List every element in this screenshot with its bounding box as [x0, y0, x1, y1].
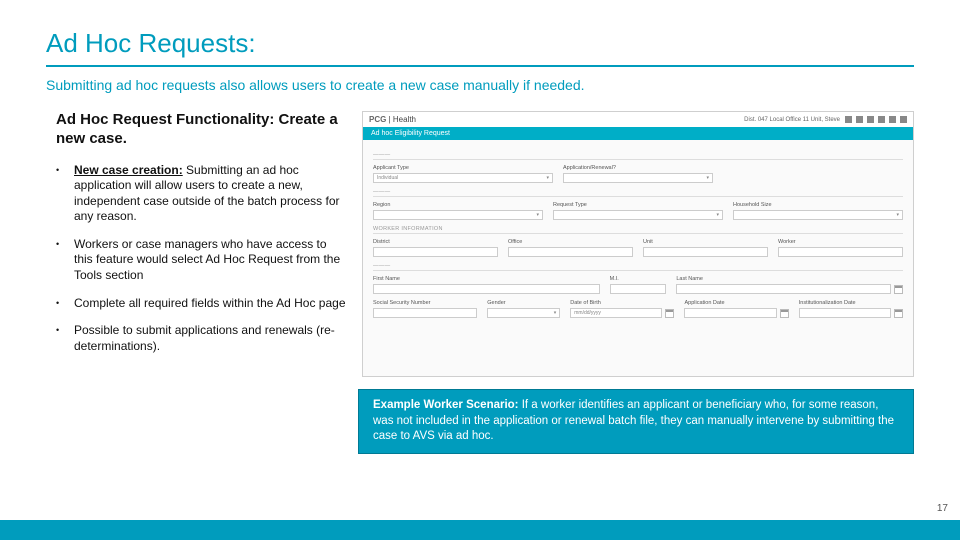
- gender-select[interactable]: [487, 308, 560, 318]
- household-size-select[interactable]: [733, 210, 903, 220]
- nav-icon[interactable]: [878, 116, 885, 123]
- first-name-input[interactable]: [373, 284, 600, 294]
- field-label: Office: [508, 239, 633, 245]
- inst-date-input[interactable]: [799, 308, 891, 318]
- field-label: Application/Renewal?: [563, 165, 713, 171]
- plus-icon[interactable]: [894, 285, 903, 294]
- nav-icon[interactable]: [889, 116, 896, 123]
- field-label: Gender: [487, 300, 560, 306]
- field-label: Request Type: [553, 202, 723, 208]
- page-number: 17: [937, 503, 948, 514]
- worker-input[interactable]: [778, 247, 903, 257]
- district-input[interactable]: [373, 247, 498, 257]
- field-label: Region: [373, 202, 543, 208]
- field-label: Social Security Number: [373, 300, 477, 306]
- nav-icon[interactable]: [856, 116, 863, 123]
- screenshot-bar-title: Ad hoc Eligibility Request: [363, 127, 913, 140]
- bullet-item: • Workers or case managers who have acce…: [56, 237, 348, 284]
- request-type-select[interactable]: [553, 210, 723, 220]
- field-label: Applicant Type: [373, 165, 553, 171]
- scenario-callout: Example Worker Scenario: If a worker ide…: [358, 389, 914, 454]
- field-label: Application Date: [684, 300, 788, 306]
- applicant-type-select[interactable]: Individual: [373, 173, 553, 183]
- footer-bar: [0, 520, 960, 540]
- ssn-input[interactable]: [373, 308, 477, 318]
- field-label: First Name: [373, 276, 600, 282]
- app-date-input[interactable]: [684, 308, 776, 318]
- field-label: Household Size: [733, 202, 903, 208]
- field-label: Unit: [643, 239, 768, 245]
- last-name-input[interactable]: [676, 284, 891, 294]
- field-label: Date of Birth: [570, 300, 674, 306]
- field-label: Institutionalization Date: [799, 300, 903, 306]
- app-screenshot: PCG | Health Dist. 047 Local Office 11 U…: [362, 111, 914, 377]
- field-label: District: [373, 239, 498, 245]
- bullet-item: • Complete all required fields within th…: [56, 296, 348, 312]
- field-label: Last Name: [676, 276, 903, 282]
- nav-icon[interactable]: [845, 116, 852, 123]
- calendar-icon[interactable]: [665, 309, 674, 318]
- user-label: Dist. 047 Local Office 11 Unit, Steve: [744, 117, 840, 123]
- page-title: Ad Hoc Requests:: [46, 28, 914, 67]
- section-header: WORKER INFORMATION: [373, 226, 903, 234]
- calendar-icon[interactable]: [894, 309, 903, 318]
- page-subtitle: Submitting ad hoc requests also allows u…: [46, 77, 914, 93]
- dob-input[interactable]: mm/dd/yyyy: [570, 308, 662, 318]
- mi-input[interactable]: [610, 284, 667, 294]
- section-header: ———: [373, 263, 903, 271]
- bullet-item: • Possible to submit applications and re…: [56, 323, 348, 354]
- field-label: M.I.: [610, 276, 667, 282]
- brand-logo: PCG | Health: [369, 115, 416, 124]
- section-header: ———: [373, 152, 903, 160]
- unit-input[interactable]: [643, 247, 768, 257]
- section-header: ———: [373, 189, 903, 197]
- calendar-icon[interactable]: [780, 309, 789, 318]
- field-label: Worker: [778, 239, 903, 245]
- nav-icon[interactable]: [867, 116, 874, 123]
- application-renewal-select[interactable]: [563, 173, 713, 183]
- region-select[interactable]: [373, 210, 543, 220]
- left-heading: Ad Hoc Request Functionality: Create a n…: [56, 111, 348, 149]
- office-input[interactable]: [508, 247, 633, 257]
- bullet-item: • New case creation: Submitting an ad ho…: [56, 163, 348, 225]
- nav-icon[interactable]: [900, 116, 907, 123]
